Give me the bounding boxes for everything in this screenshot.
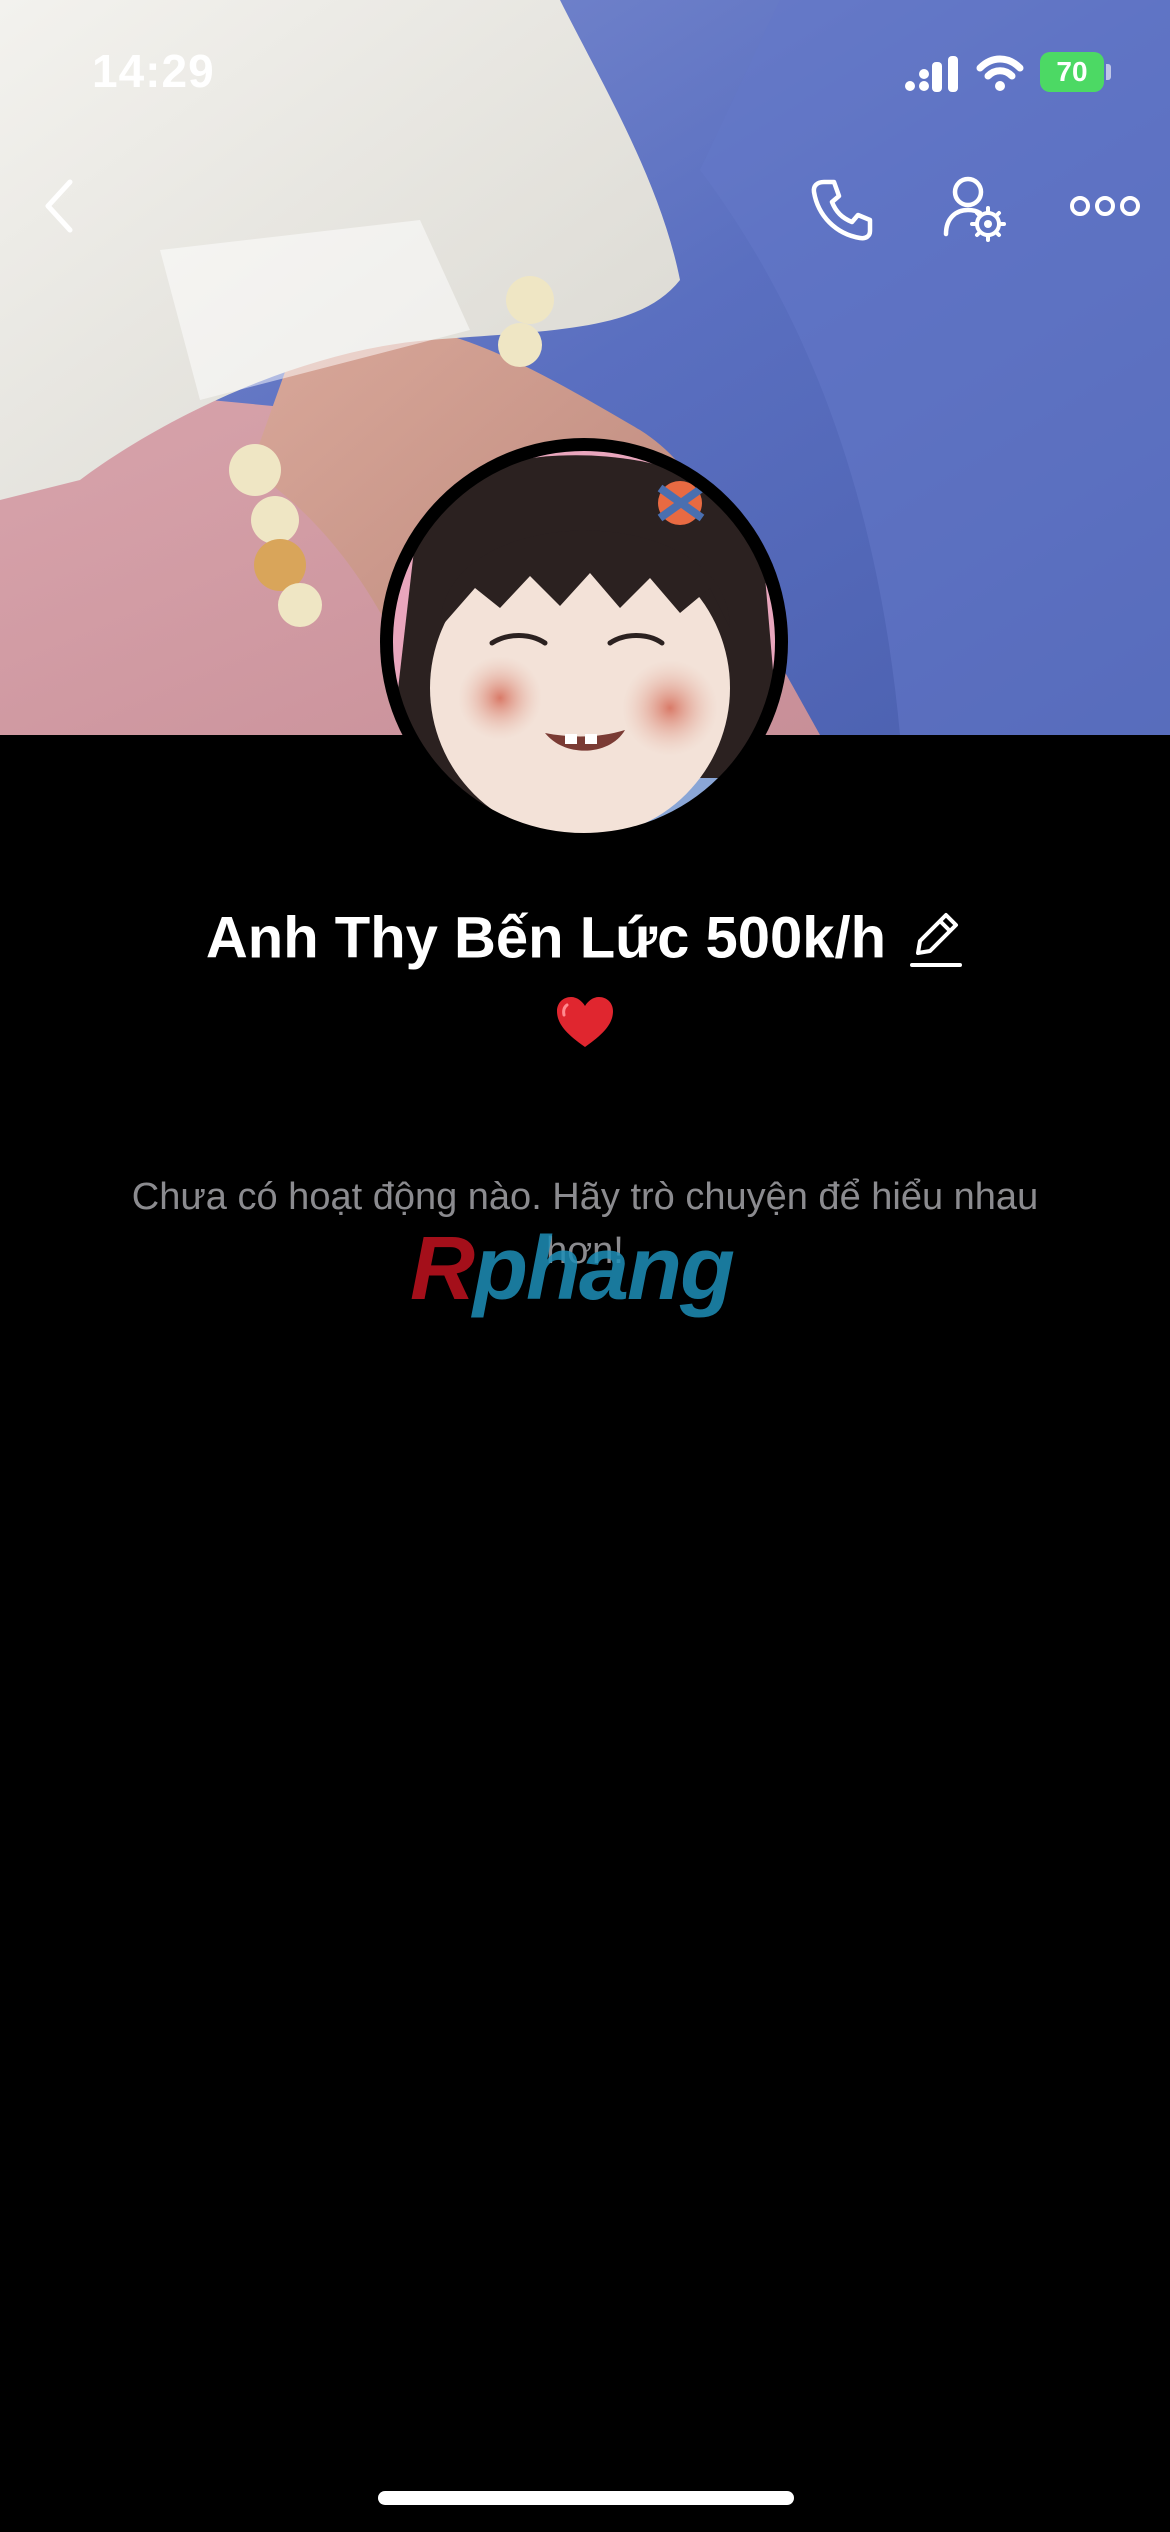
- more-dots-icon[interactable]: [1070, 192, 1140, 220]
- watermark-part-a: R: [410, 1219, 475, 1319]
- watermark-part-b: phang: [473, 1219, 735, 1319]
- profile-name: Anh Thy Bến Lức 500k/h: [205, 905, 887, 971]
- chevron-left-icon[interactable]: [40, 176, 80, 236]
- home-indicator[interactable]: [378, 2491, 794, 2505]
- status-bar: 14:29 70: [0, 0, 1170, 140]
- pencil-edit-icon[interactable]: [908, 909, 964, 969]
- battery-level: 70: [1056, 56, 1088, 87]
- wifi-icon: [976, 55, 1024, 91]
- heart-icon: [557, 997, 613, 1047]
- battery-tip: [1106, 64, 1111, 80]
- profile-name-row: Anh Thy Bến Lức 500k/h: [0, 895, 1170, 975]
- avatar[interactable]: [380, 438, 788, 846]
- status-emoji: [0, 995, 1170, 1075]
- phone-icon[interactable]: [808, 176, 874, 242]
- watermark-logo: Rphang: [410, 1218, 735, 1321]
- cellular-signal-icon: [905, 56, 958, 92]
- avatar-image: [383, 441, 785, 843]
- user-settings-icon[interactable]: [942, 174, 1006, 244]
- status-time: 14:29: [92, 45, 215, 97]
- profile-screen: 14:29 70 Anh Thy Bến Lức 500k/h Chưa có …: [0, 0, 1170, 2532]
- battery-indicator: 70: [1040, 52, 1104, 92]
